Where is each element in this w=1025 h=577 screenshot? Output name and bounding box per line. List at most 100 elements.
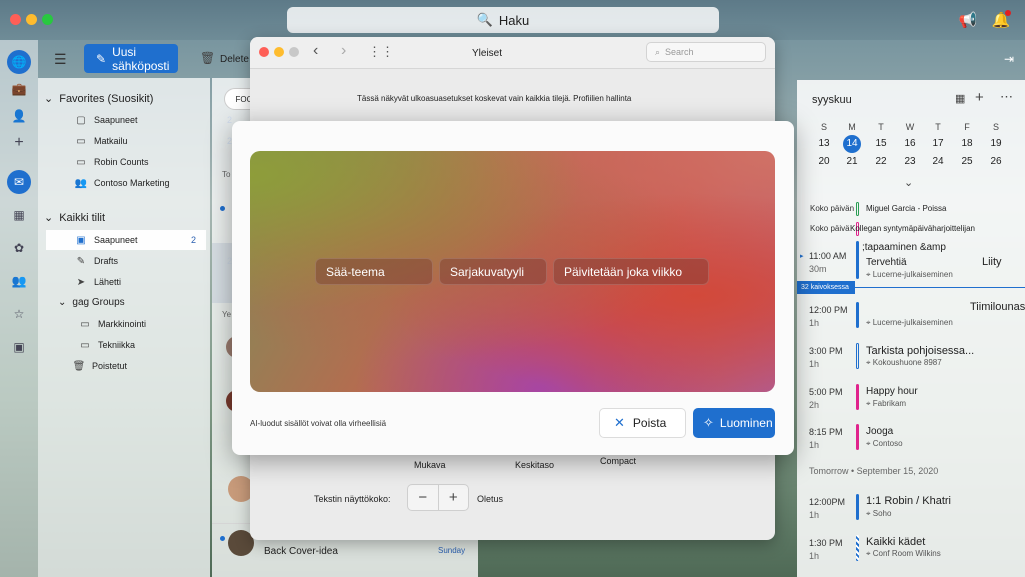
prompt-chip-weekly[interactable]: Päivitetään joka viikko <box>553 258 709 285</box>
calendar-icon[interactable]: ▦ <box>7 203 31 227</box>
chevron-down-icon: ⌄ <box>44 212 54 224</box>
event-title[interactable]: Happy hour <box>866 386 918 397</box>
add-account-icon[interactable]: + <box>7 131 31 155</box>
people-icon[interactable]: 👥 <box>7 269 31 293</box>
unread-dot <box>220 536 225 541</box>
event-title[interactable]: Tervehtiä <box>866 257 907 268</box>
new-mail-button[interactable]: ✎ Uusi sähköposti <box>84 44 178 73</box>
event-duration: 30m <box>809 264 827 274</box>
prompt-chip-weather[interactable]: Sää-teema <box>315 258 433 285</box>
add-event-icon[interactable]: + <box>975 89 984 106</box>
event-time: 3:00 PM <box>809 346 843 356</box>
plus-icon[interactable]: + <box>437 485 469 510</box>
today-icon[interactable]: ▦ <box>955 92 965 105</box>
create-label: Luominen <box>719 416 773 430</box>
calendar-day[interactable]: 26 <box>985 153 1007 171</box>
folder-icon: ▭ <box>76 135 86 147</box>
groups-header[interactable]: ⌄ gag Groups <box>58 297 125 308</box>
settings-search[interactable]: ⌕ Search <box>646 42 766 62</box>
trash-icon[interactable]: 🗑 <box>200 51 215 65</box>
delete-button[interactable]: Delete <box>220 54 249 65</box>
tomorrow-header: Tomorrow • September 15, 2020 <box>809 466 939 476</box>
calendar-day[interactable]: 16 <box>899 135 921 153</box>
folder-label: Matkailu <box>94 136 128 146</box>
forward-icon[interactable]: › <box>341 42 346 60</box>
back-icon[interactable]: ‹ <box>313 42 318 60</box>
event-title[interactable]: ;tapaaminen &amp <box>862 242 946 253</box>
favorites-header[interactable]: ⌄ Favorites (Suosikit) <box>44 92 153 106</box>
calendar-day[interactable]: 15 <box>870 135 892 153</box>
chevron-down-icon[interactable]: ⌄ <box>904 176 913 189</box>
sign-out-icon[interactable]: ⇥ <box>1004 52 1014 66</box>
calendar-day[interactable]: 17 <box>927 135 949 153</box>
zoom-window-button[interactable] <box>289 47 299 57</box>
event-title[interactable]: 1:1 Robin / Khatri <box>866 495 951 507</box>
prompt-chip-comic[interactable]: Sarjakuvatyyli <box>439 258 547 285</box>
calendar-day-today[interactable]: 14 <box>843 135 861 153</box>
folder-label: Lähetti <box>94 277 122 287</box>
text-size-stepper[interactable]: − + <box>407 484 469 511</box>
settings-search-placeholder: Search <box>665 47 694 57</box>
globe-icon[interactable]: 🌐 <box>7 50 31 74</box>
event-duration: 1h <box>809 551 820 561</box>
person-icon[interactable]: 👤 <box>7 104 31 128</box>
calendar-day[interactable]: 20 <box>813 153 835 171</box>
density-option-compact[interactable]: Compact <box>600 456 636 466</box>
weekday-label: F <box>964 122 970 132</box>
apps-icon[interactable]: ▣ <box>7 335 31 359</box>
delete-button[interactable]: ✕ Poista <box>599 408 686 438</box>
weekday-label: T <box>878 122 884 132</box>
close-window-button[interactable] <box>10 14 21 25</box>
minus-icon[interactable]: − <box>408 485 438 510</box>
event-time: 1:30 PM <box>809 538 843 548</box>
density-option-comfortable[interactable]: Mukava <box>414 460 446 470</box>
date-group-label: Ye <box>222 310 232 319</box>
create-button[interactable]: ✧ Luominen <box>693 408 775 438</box>
location-icon: ⌖ <box>866 439 873 448</box>
mail-icon[interactable]: ✉ <box>7 170 31 194</box>
calendar-day[interactable]: 13 <box>813 135 835 153</box>
briefcase-icon[interactable]: 💼 <box>7 77 31 101</box>
megaphone-icon[interactable]: 📢 <box>958 10 978 30</box>
weekday-label: S <box>992 122 999 132</box>
weekday-label: W <box>905 122 915 132</box>
event-location: ⌖ Soho <box>866 509 891 519</box>
join-button[interactable]: Liity <box>982 256 1002 268</box>
minimize-window-button[interactable] <box>274 47 284 57</box>
new-mail-label: Uusi sähköposti <box>112 44 170 73</box>
more-icon[interactable]: ⋯ <box>1000 89 1013 105</box>
calendar-day[interactable]: 23 <box>899 153 921 171</box>
search-bar[interactable]: 🔍 Haku <box>287 7 719 33</box>
calendar-day[interactable]: 22 <box>870 153 892 171</box>
event-title[interactable]: Jooga <box>866 426 893 437</box>
grid-icon[interactable]: ⋮⋮ <box>368 44 394 60</box>
close-window-button[interactable] <box>259 47 269 57</box>
folder-label: Drafts <box>94 256 119 266</box>
star-icon[interactable]: ☆ <box>7 302 31 326</box>
people-icon: 👥 <box>74 177 88 189</box>
event-title[interactable]: Kaikki kädet <box>866 536 925 548</box>
calendar-day[interactable]: 21 <box>841 153 863 171</box>
compose-icon: ✎ <box>96 51 107 66</box>
minimize-window-button[interactable] <box>26 14 37 25</box>
event-title[interactable]: Tiimilounas <box>970 301 1025 313</box>
event-title[interactable]: Tarkista pohjoisessa... <box>866 345 974 357</box>
folder-icon: ▭ <box>80 339 90 351</box>
allday-event[interactable]: Kollegan syntymäpäiväharjoittelijan <box>850 224 975 233</box>
text-size-label: Tekstin näyttökoko: <box>314 494 391 504</box>
zoom-window-button[interactable] <box>42 14 53 25</box>
calendar-day[interactable]: 25 <box>956 153 978 171</box>
calendar-day[interactable]: 18 <box>956 135 978 153</box>
calendar-day[interactable]: 24 <box>927 153 949 171</box>
folder-item-selected[interactable]: ▣ Saapuneet 2 <box>46 230 206 250</box>
copilot-icon[interactable]: ✿ <box>7 236 31 260</box>
density-option-medium[interactable]: Keskitaso <box>515 460 554 470</box>
accounts-header[interactable]: ⌄ Kaikki tilit <box>44 211 105 225</box>
menu-icon[interactable]: ☰ <box>54 51 68 67</box>
message-subject[interactable]: Back Cover-idea <box>264 546 338 557</box>
calendar-day[interactable]: 19 <box>985 135 1007 153</box>
allday-event[interactable]: Miguel Garcia - Poissa <box>866 204 946 213</box>
event-duration: 2h <box>809 400 820 410</box>
event-location: ⌖ Fabrikam <box>866 399 906 409</box>
event-location-text: Conf Room Wilkins <box>872 549 941 558</box>
